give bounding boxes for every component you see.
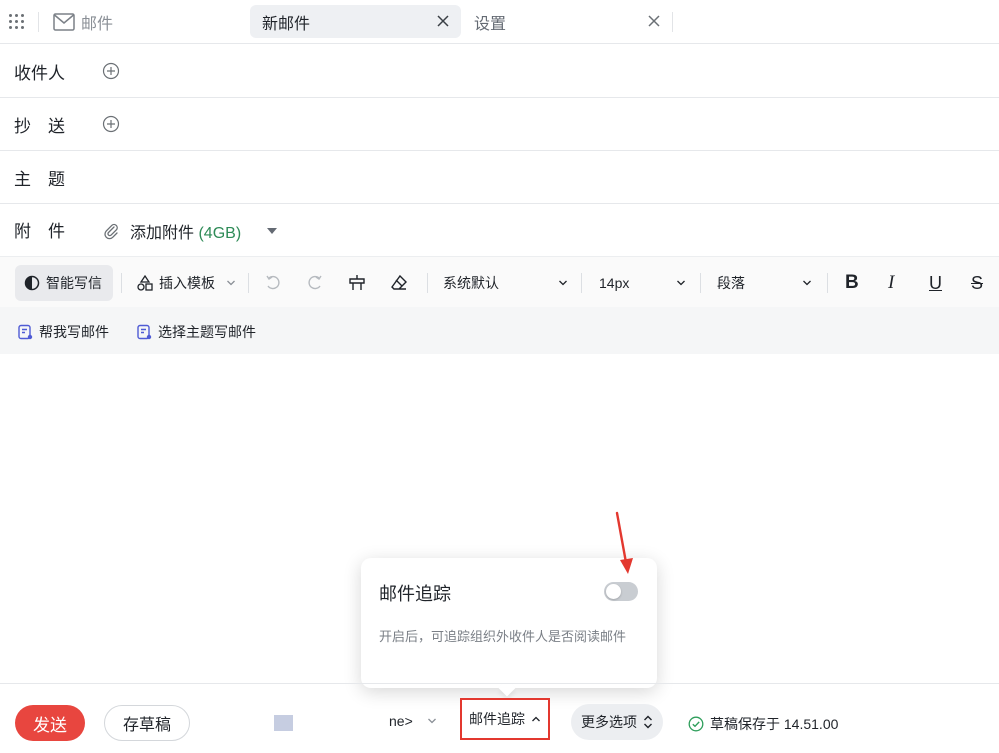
tab-label: 新邮件 xyxy=(262,15,311,33)
attachment-size-limit: (4GB) xyxy=(198,225,242,242)
bold-button[interactable]: B xyxy=(845,265,859,301)
divider xyxy=(700,273,701,293)
subject-row[interactable]: 主 题 xyxy=(0,151,999,204)
divider xyxy=(427,273,428,293)
help-write-button[interactable]: 帮我写邮件 xyxy=(17,322,109,342)
cc-row[interactable]: 抄 送 xyxy=(0,98,999,151)
toggle-knob xyxy=(606,584,621,599)
mail-tracking-label: 邮件追踪 xyxy=(469,711,525,727)
tab-label: 设置 xyxy=(474,15,507,33)
top-tab-bar: 邮件 新邮件 设置 xyxy=(0,0,999,44)
editor-toolbar: 智能写信 插入模板 系统默认 14px 段落 B I U S xyxy=(0,256,999,307)
font-size-value: 14px xyxy=(599,275,630,291)
close-icon[interactable] xyxy=(435,13,451,29)
popover-title: 邮件追踪 xyxy=(379,584,451,604)
more-options-button[interactable]: 更多选项 xyxy=(571,704,663,740)
add-recipient-icon[interactable] xyxy=(102,62,120,80)
attachment-action-label: 添加附件 xyxy=(130,225,195,242)
attachment-row: 附 件 添加附件 (4GB) xyxy=(0,203,999,256)
divider xyxy=(38,12,39,32)
mail-tracking-button[interactable]: 邮件追踪 xyxy=(460,698,550,740)
strikethrough-button[interactable]: S xyxy=(971,265,983,301)
topic-write-label: 选择主题写邮件 xyxy=(158,324,256,340)
draft-saved-status: 草稿保存于 14.51.00 xyxy=(688,714,838,734)
check-circle-icon xyxy=(688,716,704,732)
ai-half-circle-icon xyxy=(24,275,40,291)
color-swatch[interactable] xyxy=(274,715,293,731)
chevron-up-down-icon xyxy=(644,715,652,729)
insert-template-button[interactable]: 插入模板 xyxy=(136,265,236,301)
ai-doc-icon xyxy=(137,324,152,340)
chevron-down-icon xyxy=(227,280,235,286)
paperclip-icon xyxy=(104,223,118,240)
insert-template-label: 插入模板 xyxy=(159,275,215,291)
divider xyxy=(581,273,582,293)
font-size-select[interactable]: 14px xyxy=(599,265,686,301)
topic-write-button[interactable]: 选择主题写邮件 xyxy=(136,322,256,342)
to-label: 收件人 xyxy=(14,63,65,83)
divider xyxy=(827,273,828,293)
subject-label: 主 题 xyxy=(14,169,65,189)
mail-app-label: 邮件 xyxy=(81,16,114,33)
font-family-value: 系统默认 xyxy=(443,275,499,291)
tracking-toggle[interactable] xyxy=(604,582,638,601)
chevron-down-icon xyxy=(677,280,685,286)
save-draft-button[interactable]: 存草稿 xyxy=(104,705,190,741)
ai-quick-actions: 帮我写邮件 选择主题写邮件 xyxy=(0,307,999,354)
mail-app-tab[interactable]: 邮件 xyxy=(53,10,113,34)
envelope-icon xyxy=(53,13,75,31)
tab-settings[interactable]: 设置 xyxy=(462,5,672,38)
format-painter-icon[interactable] xyxy=(347,273,367,293)
divider xyxy=(121,273,122,293)
italic-button[interactable]: I xyxy=(888,265,894,301)
chevron-down-icon[interactable] xyxy=(267,228,278,234)
divider xyxy=(248,273,249,293)
more-options-label: 更多选项 xyxy=(581,714,637,730)
annotation-arrow-icon xyxy=(615,511,633,574)
send-button[interactable]: 发送 xyxy=(15,705,85,741)
truncated-option[interactable]: ne> xyxy=(389,713,437,729)
close-icon[interactable] xyxy=(646,13,662,29)
chevron-up-icon xyxy=(532,716,540,722)
font-family-select[interactable]: 系统默认 xyxy=(443,265,568,301)
divider xyxy=(672,12,673,32)
ai-doc-icon xyxy=(18,324,33,340)
ai-write-button[interactable]: 智能写信 xyxy=(15,265,113,301)
tab-new-mail[interactable]: 新邮件 xyxy=(250,5,461,38)
ai-write-label: 智能写信 xyxy=(46,275,102,291)
grid-dots-icon[interactable] xyxy=(9,14,25,30)
truncated-option-label: ne> xyxy=(389,713,413,729)
redo-icon[interactable] xyxy=(306,274,324,292)
chevron-down-icon xyxy=(427,718,436,724)
popover-description: 开启后，可追踪组织外收件人是否阅读邮件 xyxy=(379,629,627,644)
underline-button[interactable]: U xyxy=(929,265,942,301)
paragraph-select[interactable]: 段落 xyxy=(717,265,812,301)
cc-label: 抄 送 xyxy=(14,116,65,136)
draft-saved-text: 草稿保存于 14.51.00 xyxy=(710,716,839,732)
to-row[interactable]: 收件人 xyxy=(0,45,999,98)
chevron-down-icon xyxy=(559,280,567,286)
attachment-label: 附 件 xyxy=(14,222,65,241)
compose-footer: 发送 存草稿 ne> 邮件追踪 更多选项 草稿保存于 14.51.00 xyxy=(0,683,999,753)
template-shapes-icon xyxy=(137,274,153,291)
add-cc-icon[interactable] xyxy=(102,115,120,133)
help-write-label: 帮我写邮件 xyxy=(39,324,109,340)
eraser-icon[interactable] xyxy=(389,273,409,293)
chevron-down-icon xyxy=(803,280,811,286)
paragraph-value: 段落 xyxy=(717,275,745,291)
add-attachment-button[interactable]: 添加附件 (4GB) xyxy=(102,219,278,243)
undo-icon[interactable] xyxy=(264,274,282,292)
